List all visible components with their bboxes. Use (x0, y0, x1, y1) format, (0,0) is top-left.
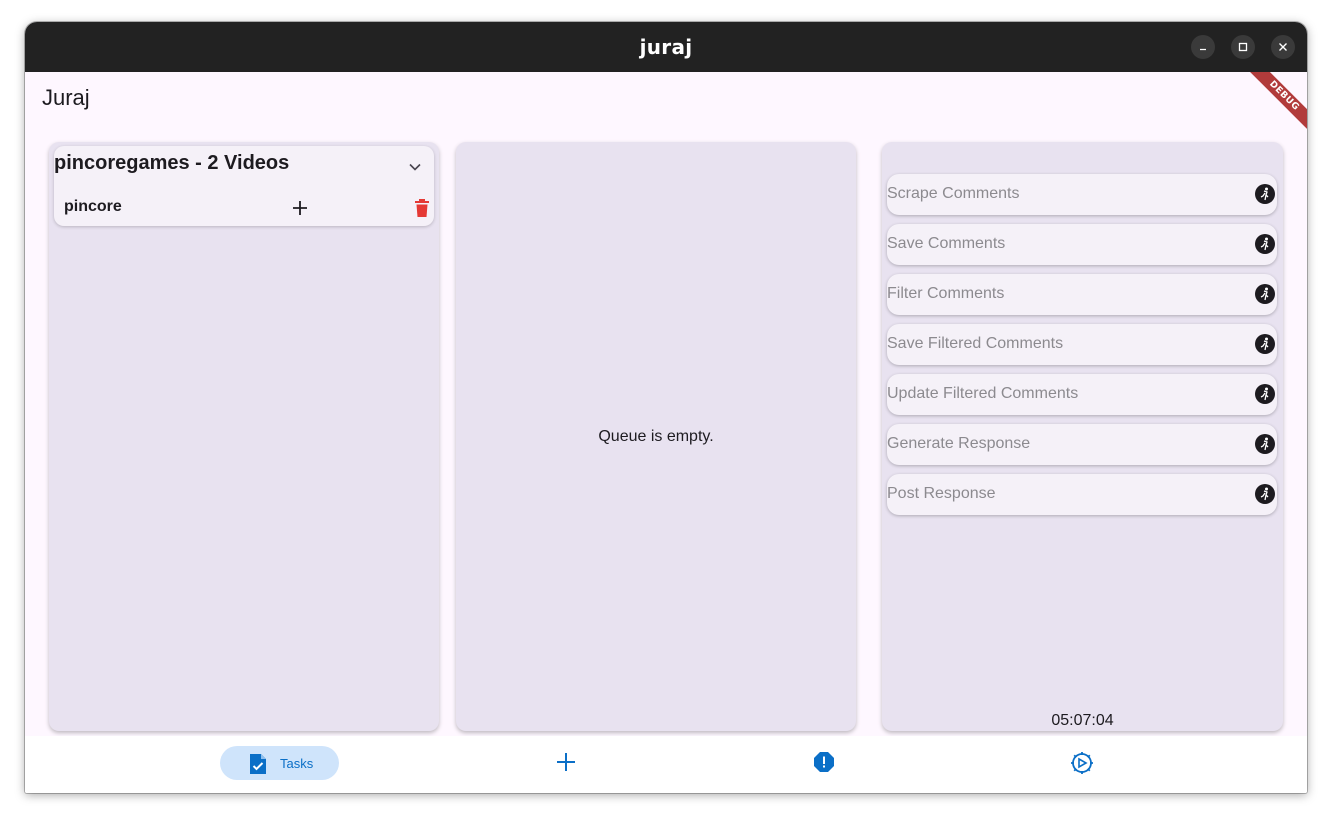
queue-panel: Queue is empty. (456, 142, 856, 731)
step-post-response[interactable]: Post Response (887, 474, 1277, 515)
run-icon[interactable] (1255, 434, 1275, 454)
nav-tasks-label: Tasks (280, 756, 314, 771)
step-label: Post Response (887, 485, 996, 502)
run-icon[interactable] (1255, 184, 1275, 204)
step-save-comments[interactable]: Save Comments (887, 224, 1277, 265)
debug-banner-label: DEBUG (1247, 72, 1307, 132)
trash-icon[interactable] (414, 198, 430, 218)
clock-display: 05:07:04 (1051, 712, 1114, 729)
step-label: Scrape Comments (887, 185, 1020, 202)
nav-tasks[interactable]: Tasks (220, 746, 339, 780)
maximize-button[interactable] (1231, 35, 1255, 59)
step-filter-comments[interactable]: Filter Comments (887, 274, 1277, 315)
plus-icon (557, 753, 575, 771)
step-generate-response[interactable]: Generate Response (887, 424, 1277, 465)
app-window: juraj Juraj DEBUG pincoregames - 2 Video… (25, 22, 1307, 793)
step-label: Generate Response (887, 435, 1031, 452)
alert-octagon-icon (814, 752, 834, 772)
bottom-navigation: Tasks (25, 736, 1307, 793)
close-button[interactable] (1271, 35, 1295, 59)
debug-banner: DEBUG (1247, 72, 1307, 132)
step-save-filtered-comments[interactable]: Save Filtered Comments (887, 324, 1277, 365)
window-titlebar: juraj (25, 22, 1307, 72)
step-label: Update Filtered Comments (887, 385, 1079, 402)
plus-icon[interactable] (292, 200, 308, 216)
run-icon[interactable] (1255, 284, 1275, 304)
run-icon[interactable] (1255, 384, 1275, 404)
minimize-button[interactable] (1191, 35, 1215, 59)
settings-gear-icon (1071, 752, 1093, 774)
step-update-filtered-comments[interactable]: Update Filtered Comments (887, 374, 1277, 415)
nav-add[interactable] (555, 746, 581, 780)
steps-panel: Scrape Comments Save Comments Filter Com… (882, 142, 1283, 731)
task-file-icon (250, 754, 266, 774)
chevron-down-icon[interactable] (408, 162, 422, 172)
queue-empty-message: Queue is empty. (598, 428, 714, 445)
channel-card: pincoregames - 2 Videos pincore (54, 146, 434, 226)
window-title: juraj (639, 35, 693, 59)
run-icon[interactable] (1255, 334, 1275, 354)
minimize-icon (1200, 48, 1206, 51)
video-name: pincore (64, 198, 122, 215)
run-icon[interactable] (1255, 484, 1275, 504)
maximize-icon (1238, 42, 1248, 52)
channel-title[interactable]: pincoregames - 2 Videos (54, 152, 289, 175)
channels-panel: pincoregames - 2 Videos pincore (49, 142, 439, 731)
nav-settings[interactable] (1070, 746, 1096, 780)
step-label: Filter Comments (887, 285, 1005, 302)
run-icon[interactable] (1255, 234, 1275, 254)
close-icon (1279, 43, 1287, 51)
nav-alerts[interactable] (813, 746, 839, 780)
step-label: Save Comments (887, 235, 1006, 252)
page-title: Juraj (42, 85, 90, 110)
step-scrape-comments[interactable]: Scrape Comments (887, 174, 1277, 215)
step-label: Save Filtered Comments (887, 335, 1064, 352)
